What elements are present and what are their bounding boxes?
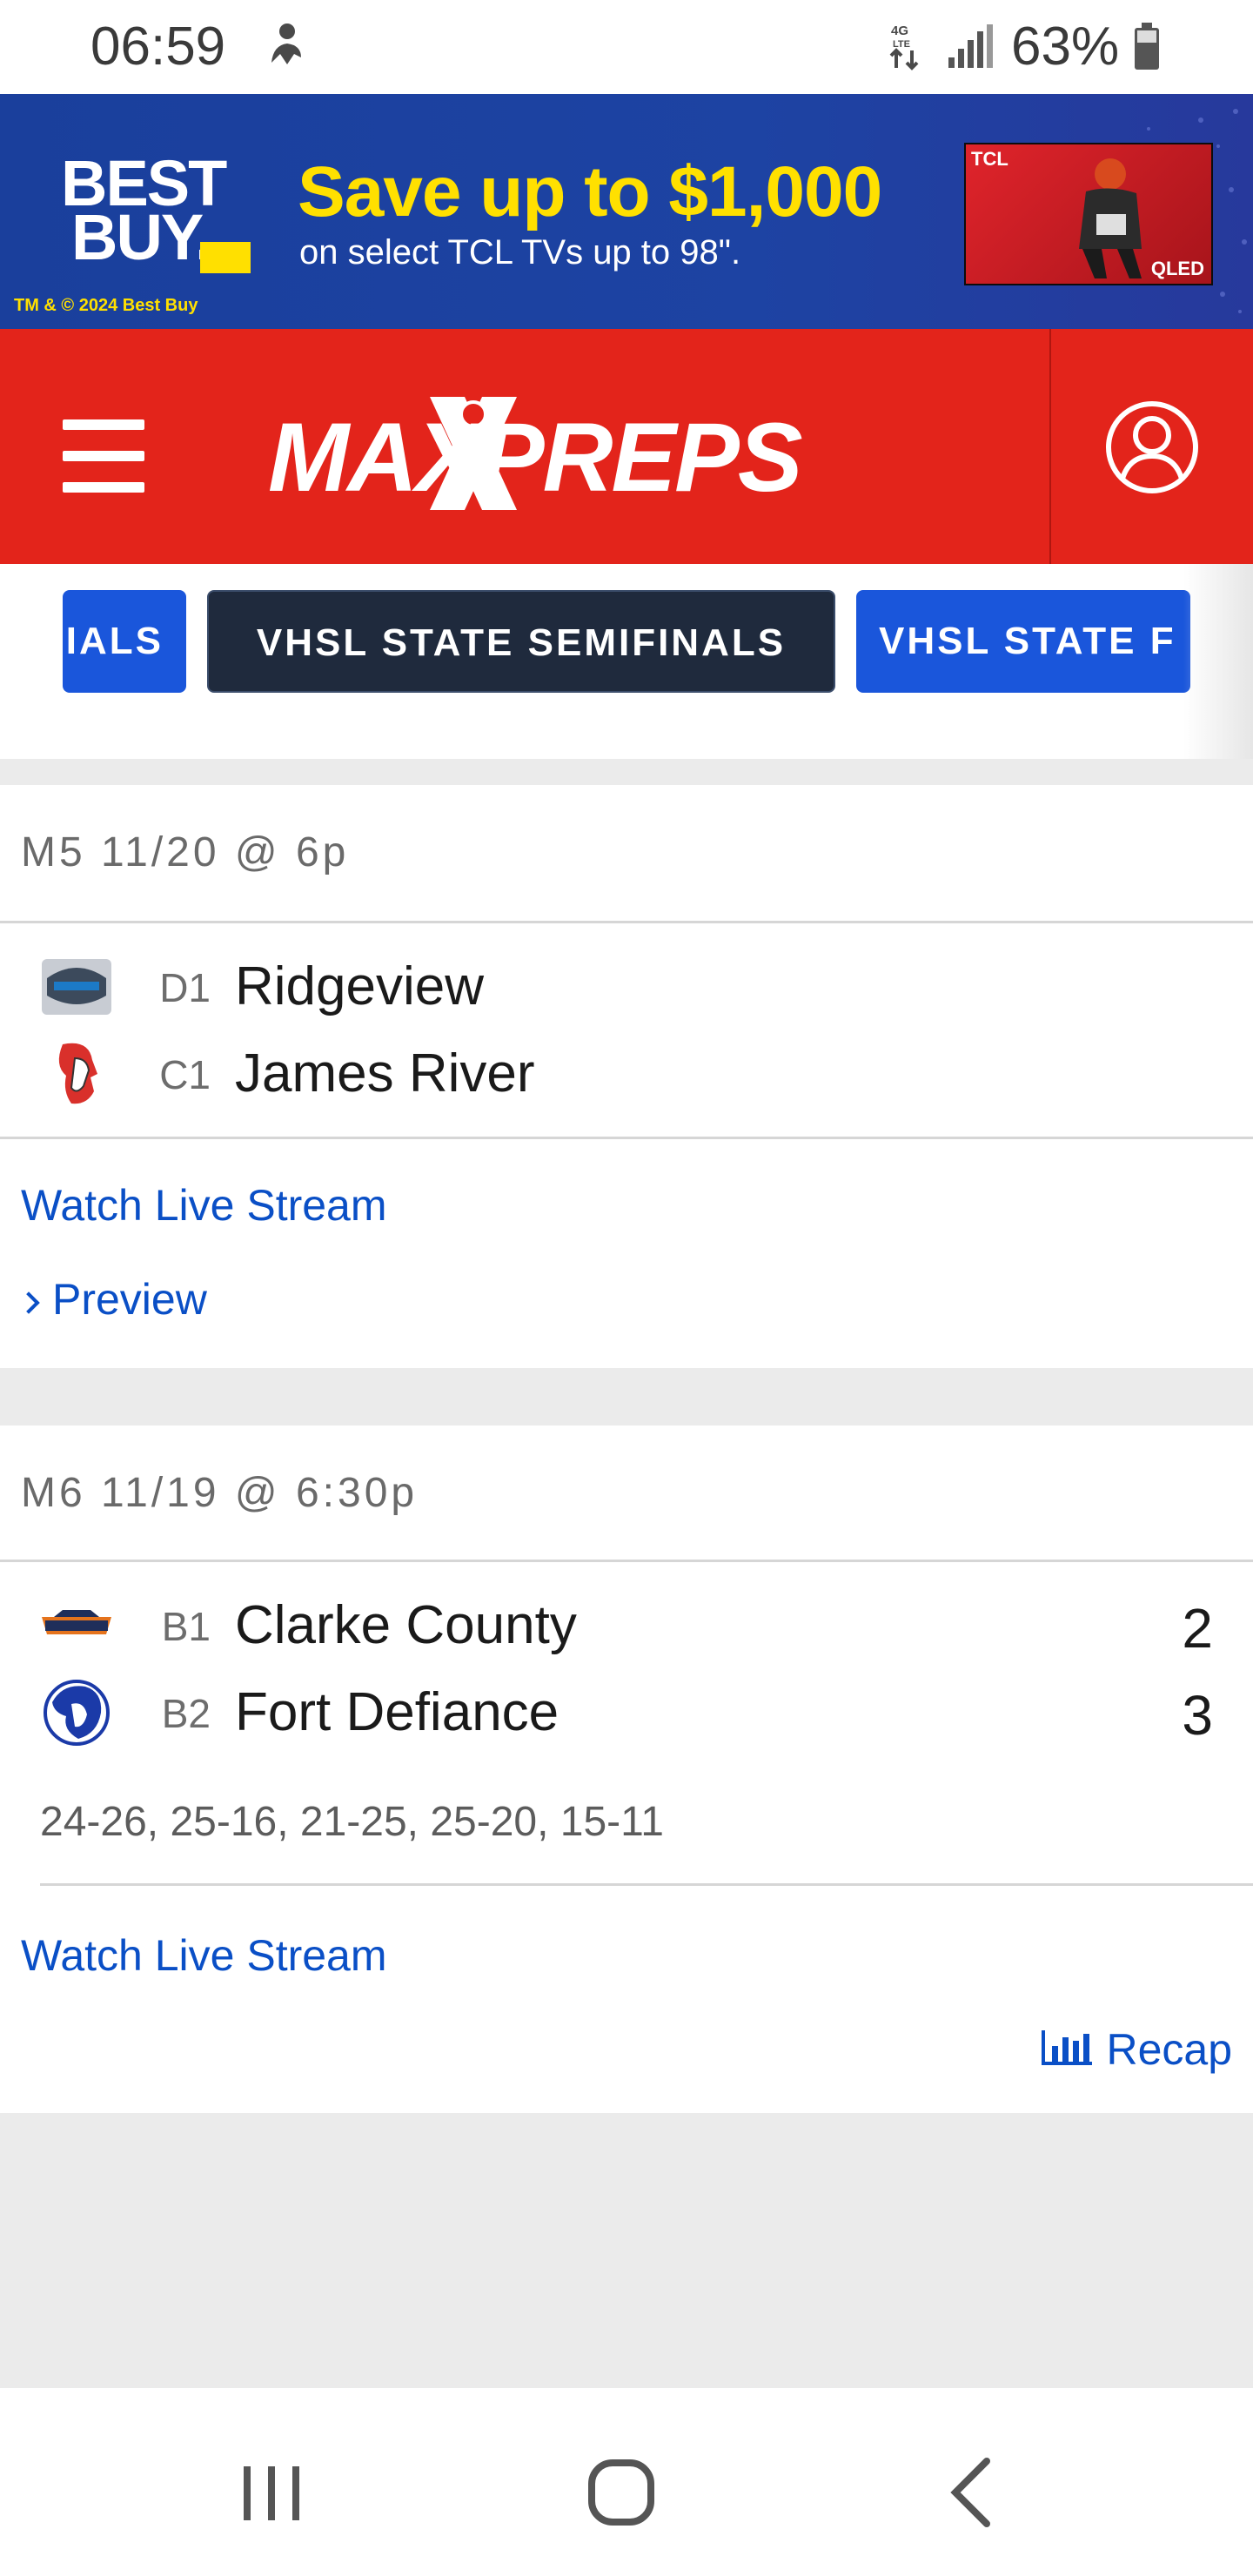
team-score: 2: [1182, 1597, 1213, 1660]
ad-headline: Save up to $1,000: [298, 152, 882, 231]
tcl-logo: TCL: [971, 148, 1008, 170]
fort-defiance-logo: [44, 1680, 110, 1746]
battery-percent: 63%: [1011, 17, 1120, 77]
price-tag-icon: [200, 242, 251, 273]
status-bar: 06:59 4G LTE 63%: [0, 0, 1253, 94]
divider: [0, 1137, 1253, 1139]
ad-banner[interactable]: BEST BUY. Save up to $1,000 on select TC…: [0, 94, 1253, 329]
battery-icon: [1135, 23, 1159, 70]
chevron-right-icon: [17, 1291, 40, 1314]
game-header: M5 11/20 @ 6p: [21, 829, 350, 875]
recap-link[interactable]: Recap: [1040, 2024, 1232, 2075]
hamburger-icon: [63, 419, 144, 430]
divider: [0, 1560, 1253, 1562]
clarke-county-logo: [42, 1610, 111, 1634]
james-river-logo: [58, 1043, 97, 1104]
team-seed: D1: [159, 965, 211, 1010]
team-row[interactable]: C1 James River: [0, 1029, 1253, 1116]
svg-text:LTE: LTE: [893, 39, 910, 50]
watch-live-stream-link[interactable]: Watch Live Stream: [21, 1180, 387, 1231]
network-4g-lte-icon: 4G LTE: [889, 23, 919, 70]
menu-button[interactable]: [54, 413, 155, 500]
home-icon[interactable]: [569, 2440, 673, 2545]
team-row[interactable]: B2 Fort Defiance 3: [0, 1667, 1253, 1754]
team-name: James River: [235, 1043, 535, 1104]
watch-live-stream-link[interactable]: Watch Live Stream: [21, 1930, 387, 1981]
team-seed: C1: [159, 1052, 211, 1097]
football-player-image: [1079, 158, 1142, 278]
team-row[interactable]: D1 Ridgeview: [0, 942, 1253, 1029]
app-header: MAXPREPS: [0, 329, 1253, 564]
preview-link[interactable]: Preview: [17, 1274, 207, 1325]
recent-apps-icon[interactable]: [219, 2440, 324, 2545]
bar-chart-icon: [1042, 2029, 1093, 2065]
divider: [0, 921, 1253, 923]
team-seed: B1: [161, 1604, 211, 1649]
tv-product-image: TCL QLED: [964, 143, 1213, 285]
notification-icon: [271, 23, 301, 64]
team-name: Fort Defiance: [235, 1682, 559, 1742]
signal-icon: [948, 24, 993, 68]
status-time: 06:59: [90, 17, 226, 77]
game-card: M5 11/20 @ 6p D1 Ridgeview C1 James Rive…: [0, 785, 1253, 1368]
round-tabs: IALS VHSL STATE SEMIFINALS VHSL STATE F: [0, 564, 1253, 759]
tab-vhsl-state-semifinals[interactable]: VHSL STATE SEMIFINALS: [207, 590, 835, 693]
team-seed: B2: [161, 1691, 211, 1736]
game-header: M6 11/19 @ 6:30p: [21, 1470, 419, 1516]
header-divider: [1049, 329, 1051, 564]
maxpreps-logo[interactable]: MAXPREPS: [261, 379, 803, 519]
best-buy-logo: BEST BUY.: [56, 151, 251, 287]
ridgeview-logo: [42, 959, 111, 1015]
ad-copyright: TM & © 2024 Best Buy: [14, 296, 198, 315]
team-score: 3: [1182, 1684, 1213, 1747]
back-icon[interactable]: [921, 2440, 1025, 2545]
divider: [40, 1883, 1253, 1886]
tabs-scroll-fade: [1183, 564, 1253, 759]
team-name: Clarke County: [235, 1595, 577, 1655]
game-card: M6 11/19 @ 6:30p B1 Clarke County 2 B2 F…: [0, 1426, 1253, 2113]
tab-prev-round[interactable]: IALS: [63, 590, 186, 693]
ad-subline: on select TCL TVs up to 98".: [299, 233, 741, 272]
user-circle-icon[interactable]: [1103, 399, 1201, 496]
qled-badge: QLED: [1150, 258, 1204, 279]
tab-vhsl-state-finals[interactable]: VHSL STATE F: [856, 590, 1190, 693]
set-scores: 24-26, 25-16, 21-25, 25-20, 15-11: [40, 1799, 664, 1845]
team-row[interactable]: B1 Clarke County 2: [0, 1580, 1253, 1667]
system-nav-bar: [0, 2388, 1253, 2576]
team-name: Ridgeview: [235, 956, 485, 1016]
svg-text:4G: 4G: [891, 23, 908, 38]
